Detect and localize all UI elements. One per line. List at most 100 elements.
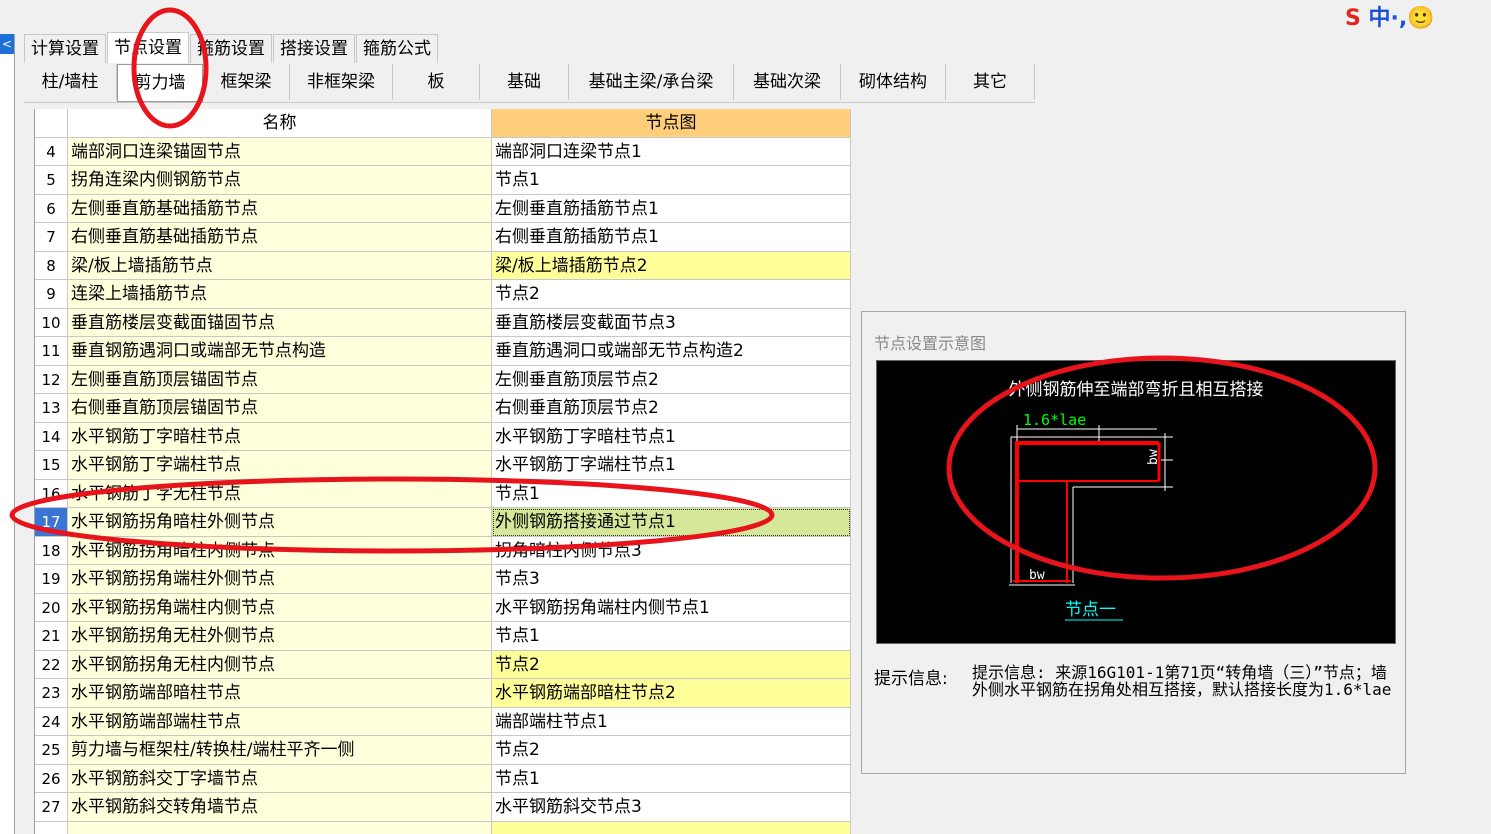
tab-node-settings[interactable]: 节点设置 [107, 32, 189, 63]
row-node[interactable]: 垂直筋楼层变截面节点3 [492, 308, 851, 337]
subtab-frame-beam[interactable]: 框架梁 [203, 64, 290, 100]
table-row[interactable]: 5 拐角连梁内侧钢筋节点 节点1 [35, 166, 851, 195]
table-row[interactable]: 12 左侧垂直筋顶层锚固节点 左侧垂直筋顶层节点2 [35, 365, 851, 394]
row-node[interactable]: 节点2 [492, 280, 851, 309]
table-row[interactable]: 13 右侧垂直筋顶层锚固节点 右侧垂直筋顶层节点2 [35, 394, 851, 423]
table-row[interactable]: 10 垂直筋楼层变截面锚固节点 垂直筋楼层变截面节点3 [35, 308, 851, 337]
row-name[interactable]: 端部洞口连梁锚固节点 [68, 137, 492, 166]
subtab-slab[interactable]: 板 [393, 64, 480, 100]
row-name[interactable]: 梁/板上墙插筋节点 [68, 251, 492, 280]
row-name[interactable]: 水平钢筋丁字暗柱节点 [68, 422, 492, 451]
row-name[interactable]: 连梁上墙插筋节点 [68, 280, 492, 309]
table-row[interactable]: 19 水平钢筋拐角端柱外侧节点 节点3 [35, 565, 851, 594]
row-name[interactable]: 水平钢筋拐角无柱内侧节点 [68, 650, 492, 679]
tab-stirrup-formula[interactable]: 箍筋公式 [356, 34, 438, 63]
row-node[interactable]: 水平钢筋端部暗柱节点2 [492, 679, 851, 708]
row-name[interactable]: 水平钢筋拐角暗柱外侧节点 [68, 508, 492, 537]
row-name[interactable]: 水平钢筋丁字无柱节点 [68, 479, 492, 508]
subtab-other[interactable]: 其它 [946, 64, 1035, 100]
row-node[interactable]: 水平钢筋丁字暗柱节点1 [492, 422, 851, 451]
row-node[interactable]: 节点1 [492, 479, 851, 508]
table-row[interactable]: 14 水平钢筋丁字暗柱节点 水平钢筋丁字暗柱节点1 [35, 422, 851, 451]
row-name[interactable]: 水平钢筋斜交转角墙节点 [68, 793, 492, 822]
row-name[interactable]: 左侧垂直筋基础插筋节点 [68, 194, 492, 223]
row-node[interactable]: 左侧垂直筋顶层节点2 [492, 365, 851, 394]
row-name[interactable]: 垂直钢筋遇洞口或端部无节点构造 [68, 337, 492, 366]
table-row[interactable]: 24 水平钢筋端部端柱节点 端部端柱节点1 [35, 707, 851, 736]
tab-stirrup-settings[interactable]: 箍筋设置 [190, 34, 272, 63]
table-row[interactable]: 25 剪力墙与框架柱/转换柱/端柱平齐一侧 节点2 [35, 736, 851, 765]
subtab-non-frame-beam[interactable]: 非框架梁 [290, 64, 393, 100]
row-number: 21 [35, 622, 68, 651]
row-number: 18 [35, 536, 68, 565]
row-number: 7 [35, 223, 68, 252]
row-node[interactable]: 右侧垂直筋插筋节点1 [492, 223, 851, 252]
table-row[interactable]: 18 水平钢筋拐角暗柱内侧节点 拐角暗柱内侧节点3 [35, 536, 851, 565]
ime-indicator[interactable]: S 中·,🙂 [1345, 0, 1491, 31]
row-number: 22 [35, 650, 68, 679]
row-node[interactable]: 节点1 [492, 622, 851, 651]
row-node[interactable]: 端部端柱节点1 [492, 707, 851, 736]
subtab-foundation-main-beam[interactable]: 基础主梁/承台梁 [569, 64, 734, 100]
table-row[interactable]: 15 水平钢筋丁字端柱节点 水平钢筋丁字端柱节点1 [35, 451, 851, 480]
row-name[interactable]: 右侧垂直筋基础插筋节点 [68, 223, 492, 252]
row-node[interactable]: 拐角暗柱内侧节点3 [492, 536, 851, 565]
table-row[interactable]: 11 垂直钢筋遇洞口或端部无节点构造 垂直筋遇洞口或端部无节点构造2 [35, 337, 851, 366]
row-name[interactable]: 右侧垂直筋顶层锚固节点 [68, 394, 492, 423]
row-node[interactable]: 节点1 [492, 764, 851, 793]
table-row[interactable]: 26 水平钢筋斜交丁字墙节点 节点1 [35, 764, 851, 793]
tab-lap-settings[interactable]: 搭接设置 [273, 34, 355, 63]
row-node[interactable]: 节点3 [492, 565, 851, 594]
collapse-left-icon[interactable]: < [0, 34, 14, 54]
row-name[interactable]: 剪力墙与框架柱/转换柱/端柱平齐一侧 [68, 736, 492, 765]
subtab-shear-wall[interactable]: 剪力墙 [117, 64, 203, 102]
table-row[interactable]: 20 水平钢筋拐角端柱内侧节点 水平钢筋拐角端柱内侧节点1 [35, 593, 851, 622]
dim-lap-label: 1.6*lae [1023, 411, 1086, 429]
row-name[interactable]: 水平钢筋拐角端柱外侧节点 [68, 565, 492, 594]
row-name[interactable]: 水平钢筋拐角无柱外侧节点 [68, 622, 492, 651]
table-row[interactable]: 4 端部洞口连梁锚固节点 端部洞口连梁节点1 [35, 137, 851, 166]
row-node[interactable]: 节点1 [492, 166, 851, 195]
row-name[interactable]: 拐角连梁内侧钢筋节点 [68, 166, 492, 195]
row-node[interactable]: 节点2 [492, 736, 851, 765]
table-row[interactable]: 6 左侧垂直筋基础插筋节点 左侧垂直筋插筋节点1 [35, 194, 851, 223]
table-row[interactable]: 27 水平钢筋斜交转角墙节点 水平钢筋斜交节点3 [35, 793, 851, 822]
table-row-selected[interactable]: 17 水平钢筋拐角暗柱外侧节点 外侧钢筋搭接通过节点1 [35, 508, 851, 537]
row-name[interactable]: 水平钢筋端部暗柱节点 [68, 679, 492, 708]
row-node[interactable]: 水平钢筋丁字端柱节点1 [492, 451, 851, 480]
row-number: 8 [35, 251, 68, 280]
row-node[interactable]: 端部洞口连梁节点1 [492, 137, 851, 166]
row-node[interactable]: 右侧垂直筋顶层节点2 [492, 394, 851, 423]
row-name[interactable]: 水平钢筋斜交丁字墙节点 [68, 764, 492, 793]
node-settings-grid: 名称 节点图 4 端部洞口连梁锚固节点 端部洞口连梁节点1 5 拐角连梁内侧钢筋节点节… [34, 109, 851, 834]
subtab-masonry[interactable]: 砌体结构 [841, 64, 946, 100]
row-name[interactable]: 水平钢筋拐角端柱内侧节点 [68, 593, 492, 622]
row-node[interactable]: 垂直筋遇洞口或端部无节点构造2 [492, 337, 851, 366]
row-node[interactable]: 外侧钢筋搭接通过节点1 [492, 508, 851, 537]
row-name[interactable]: 左侧垂直筋顶层锚固节点 [68, 365, 492, 394]
row-node[interactable]: 左侧垂直筋插筋节点1 [492, 194, 851, 223]
table-row[interactable]: 7 右侧垂直筋基础插筋节点 右侧垂直筋插筋节点1 [35, 223, 851, 252]
row-node[interactable]: 水平钢筋斜交节点3 [492, 793, 851, 822]
table-row[interactable]: 23 水平钢筋端部暗柱节点 水平钢筋端部暗柱节点2 [35, 679, 851, 708]
table-row[interactable]: 9 连梁上墙插筋节点 节点2 [35, 280, 851, 309]
row-node[interactable]: 节点2 [492, 650, 851, 679]
row-node[interactable]: 梁/板上墙插筋节点2 [492, 251, 851, 280]
row-name[interactable]: 水平钢筋丁字端柱节点 [68, 451, 492, 480]
subtab-column[interactable]: 柱/墙柱 [24, 64, 117, 100]
row-name[interactable]: 水平钢筋端部端柱节点 [68, 707, 492, 736]
row-name[interactable]: 垂直筋楼层变截面锚固节点 [68, 308, 492, 337]
subtab-foundation[interactable]: 基础 [480, 64, 569, 100]
table-row[interactable]: 16 水平钢筋丁字无柱节点 节点1 [35, 479, 851, 508]
table-row[interactable]: 22 水平钢筋拐角无柱内侧节点 节点2 [35, 650, 851, 679]
subtab-foundation-secondary-beam[interactable]: 基础次梁 [734, 64, 841, 100]
table-row[interactable]: 21 水平钢筋拐角无柱外侧节点 节点1 [35, 622, 851, 651]
row-number: 23 [35, 679, 68, 708]
row-node[interactable]: 水平钢筋拐角端柱内侧节点1 [492, 593, 851, 622]
row-name[interactable]: 水平钢筋拐角暗柱内侧节点 [68, 536, 492, 565]
tab-calc-settings[interactable]: 计算设置 [24, 34, 106, 63]
header-name[interactable]: 名称 [68, 109, 492, 138]
header-node[interactable]: 节点图 [492, 109, 851, 138]
node-link[interactable]: 节点一 [1065, 600, 1116, 620]
table-row[interactable]: 8 梁/板上墙插筋节点 梁/板上墙插筋节点2 [35, 251, 851, 280]
